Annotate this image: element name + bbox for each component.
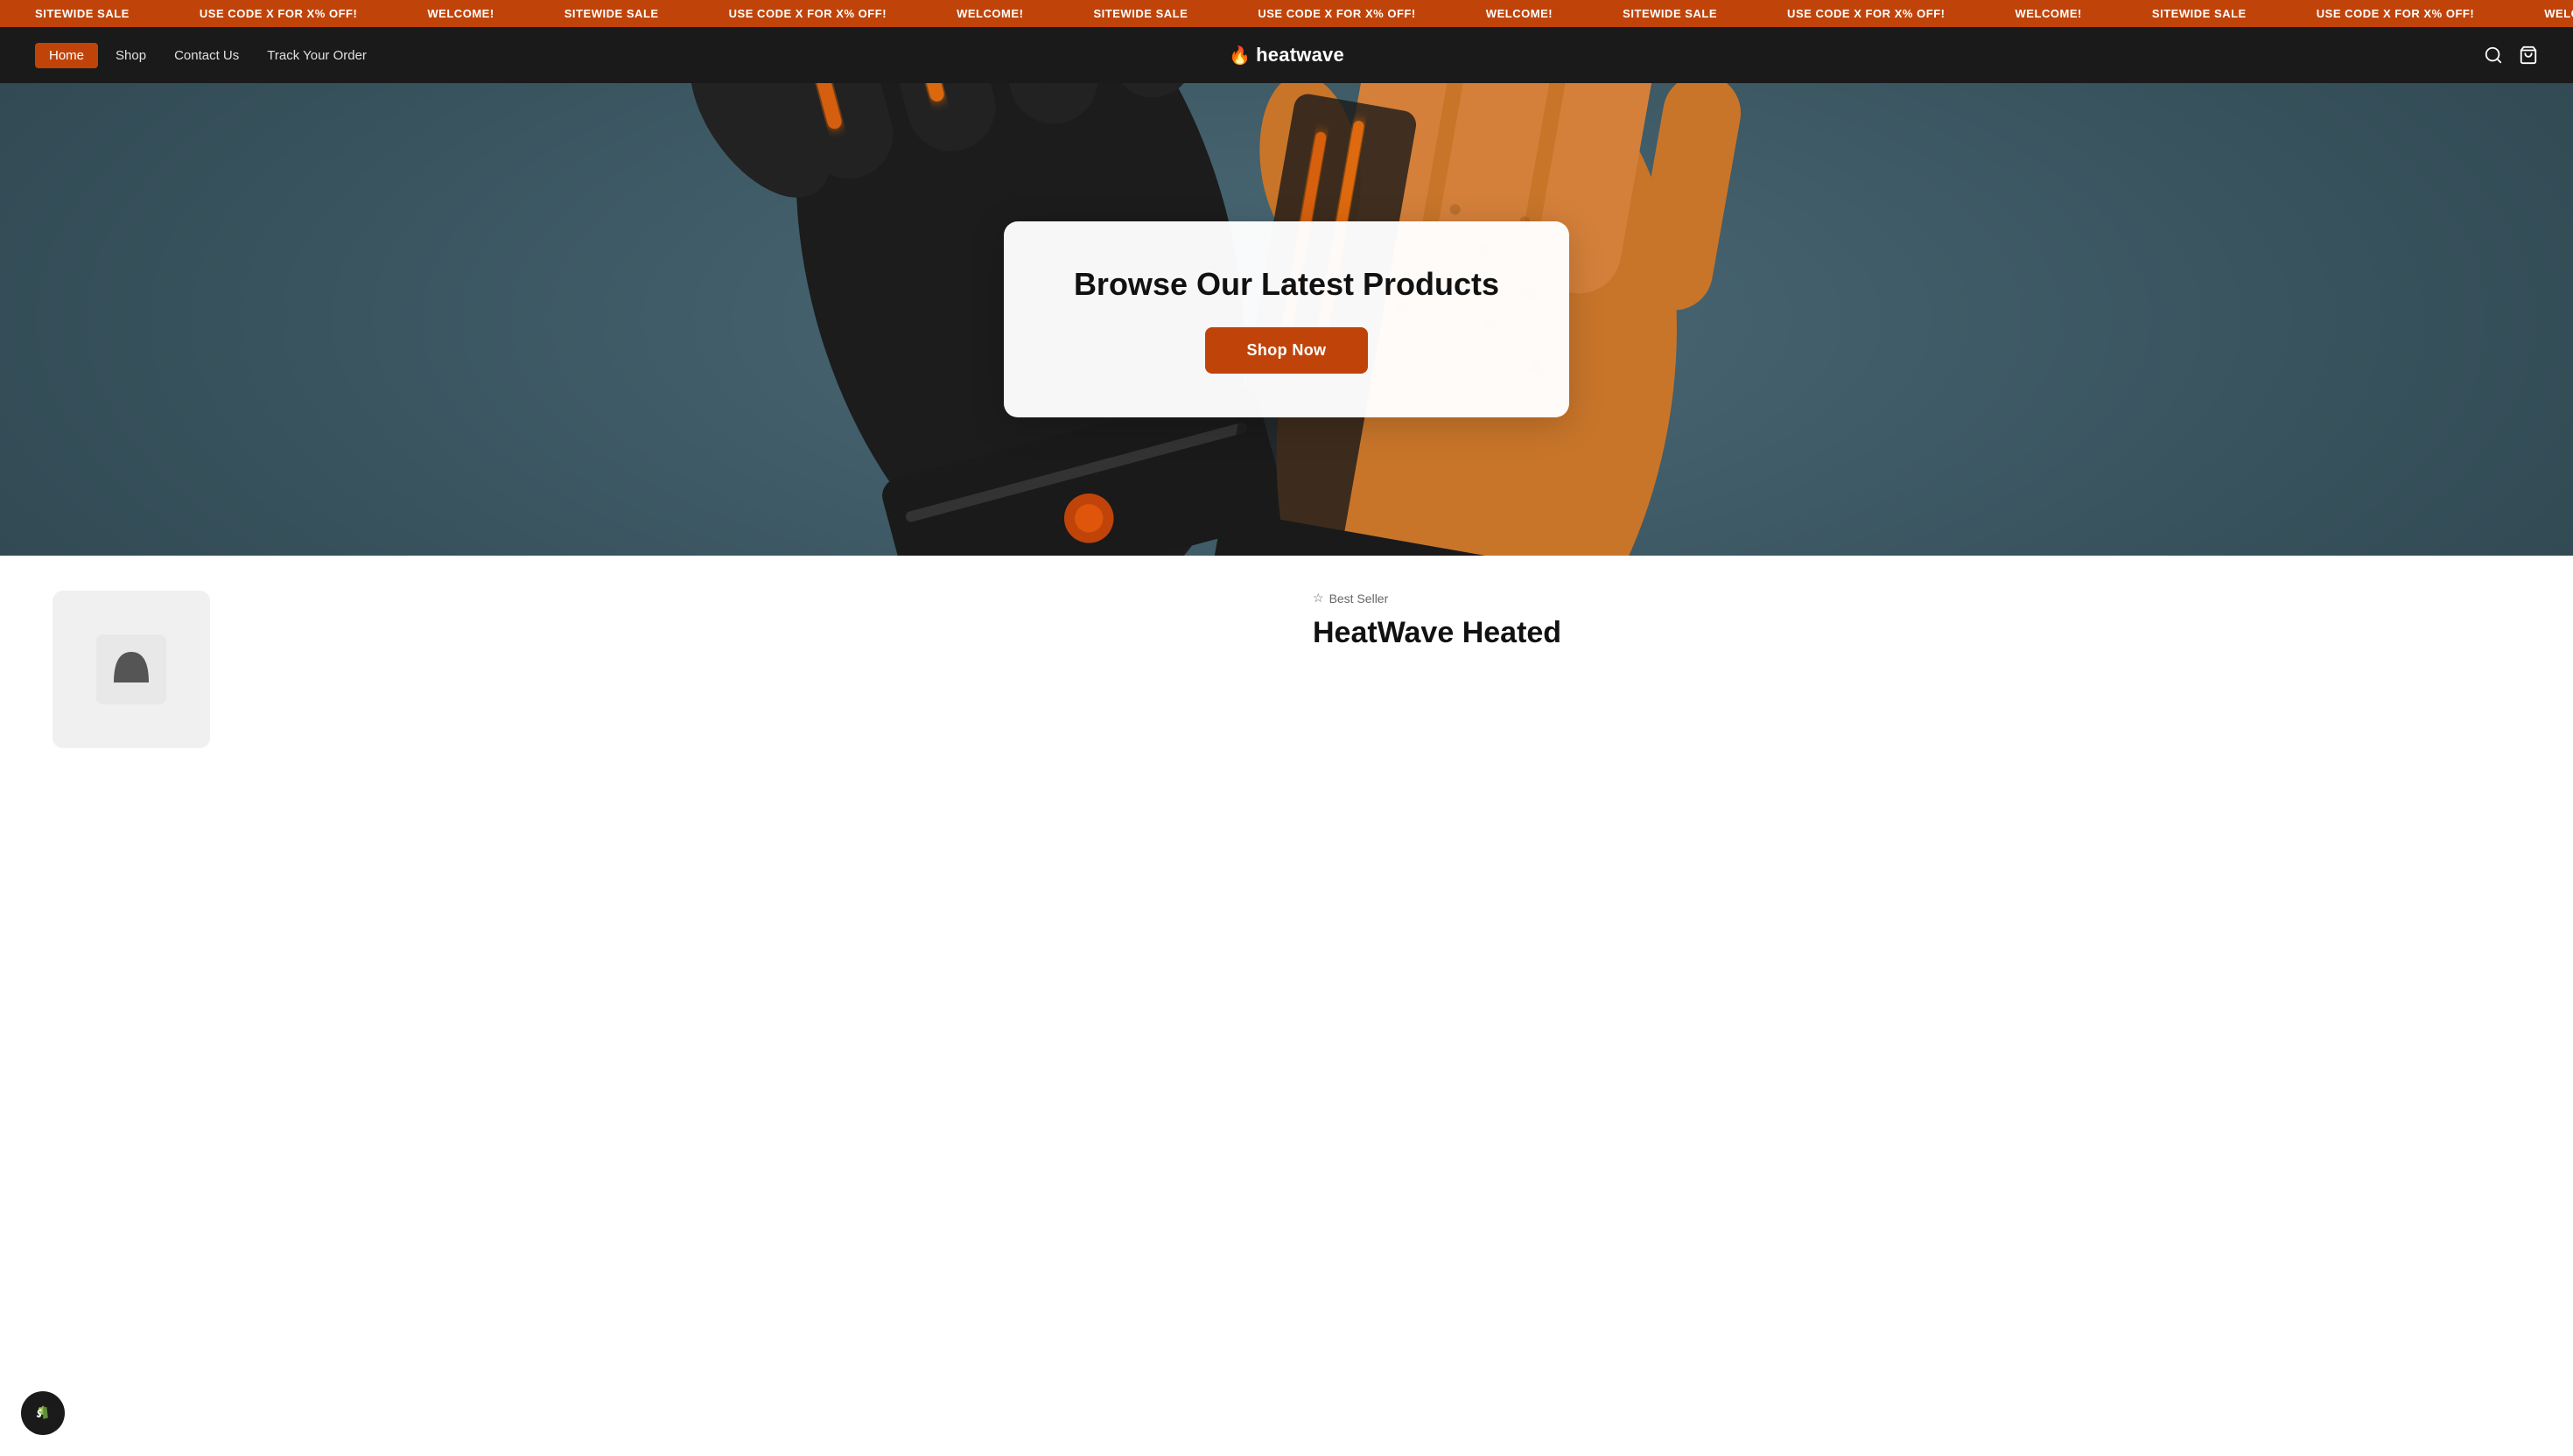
search-button[interactable]	[2484, 46, 2503, 65]
announcement-item: SITEWIDE SALE	[529, 7, 694, 20]
announcement-track: SITEWIDE SALE USE CODE X FOR X% OFF! WEL…	[0, 7, 2573, 20]
shopify-badge[interactable]	[21, 1391, 65, 1435]
announcement-item: USE CODE X FOR X% OFF!	[165, 7, 392, 20]
announcement-item: USE CODE X FOR X% OFF!	[1223, 7, 1450, 20]
star-icon: ☆	[1313, 591, 1324, 606]
shopify-icon	[31, 1401, 55, 1425]
track-order-nav-link[interactable]: Track Your Order	[256, 48, 377, 63]
cart-icon	[2519, 46, 2538, 65]
brand-logo[interactable]: 🔥 heatwave	[1229, 44, 1344, 66]
best-seller-label: Best Seller	[1329, 592, 1389, 606]
best-seller-section: ☆ Best Seller HeatWave Heated	[1313, 591, 2520, 748]
product-thumbnail-icon	[96, 634, 166, 704]
flame-icon: 🔥	[1229, 45, 1251, 66]
announcement-bar: SITEWIDE SALE USE CODE X FOR X% OFF! WEL…	[0, 0, 2573, 27]
announcement-item: WELCOME!	[1981, 7, 2117, 20]
home-nav-button[interactable]: Home	[35, 43, 98, 68]
best-seller-badge: ☆ Best Seller	[1313, 591, 2520, 606]
shop-now-button[interactable]: Shop Now	[1205, 327, 1369, 374]
product-title: HeatWave Heated	[1313, 616, 2520, 650]
hero-card: Browse Our Latest Products Shop Now	[1004, 221, 1569, 417]
contact-nav-link[interactable]: Contact Us	[164, 48, 249, 63]
navigation: Home Shop Contact Us Track Your Order 🔥 …	[0, 27, 2573, 83]
announcement-item: SITEWIDE SALE	[1588, 7, 1752, 20]
announcement-item: WELCOME!	[2509, 7, 2573, 20]
shop-nav-link[interactable]: Shop	[105, 48, 157, 63]
announcement-item: WELCOME!	[1451, 7, 1588, 20]
announcement-item: WELCOME!	[392, 7, 529, 20]
cart-button[interactable]	[2519, 46, 2538, 65]
announcement-item: SITEWIDE SALE	[1058, 7, 1223, 20]
hero-section: Browse Our Latest Products Shop Now	[0, 83, 2573, 556]
below-hero-section: ☆ Best Seller HeatWave Heated	[0, 556, 2573, 783]
nav-right	[2484, 46, 2538, 65]
announcement-item: USE CODE X FOR X% OFF!	[1752, 7, 1980, 20]
announcement-item: USE CODE X FOR X% OFF!	[2282, 7, 2509, 20]
announcement-item: WELCOME!	[922, 7, 1058, 20]
announcement-item: SITEWIDE SALE	[0, 7, 165, 20]
search-icon	[2484, 46, 2503, 65]
hero-title: Browse Our Latest Products	[1074, 265, 1499, 303]
nav-left: Home Shop Contact Us Track Your Order	[35, 43, 377, 68]
announcement-item: USE CODE X FOR X% OFF!	[694, 7, 922, 20]
announcement-item: SITEWIDE SALE	[2117, 7, 2282, 20]
product-image-placeholder	[53, 591, 1260, 748]
brand-name: heatwave	[1256, 44, 1344, 66]
